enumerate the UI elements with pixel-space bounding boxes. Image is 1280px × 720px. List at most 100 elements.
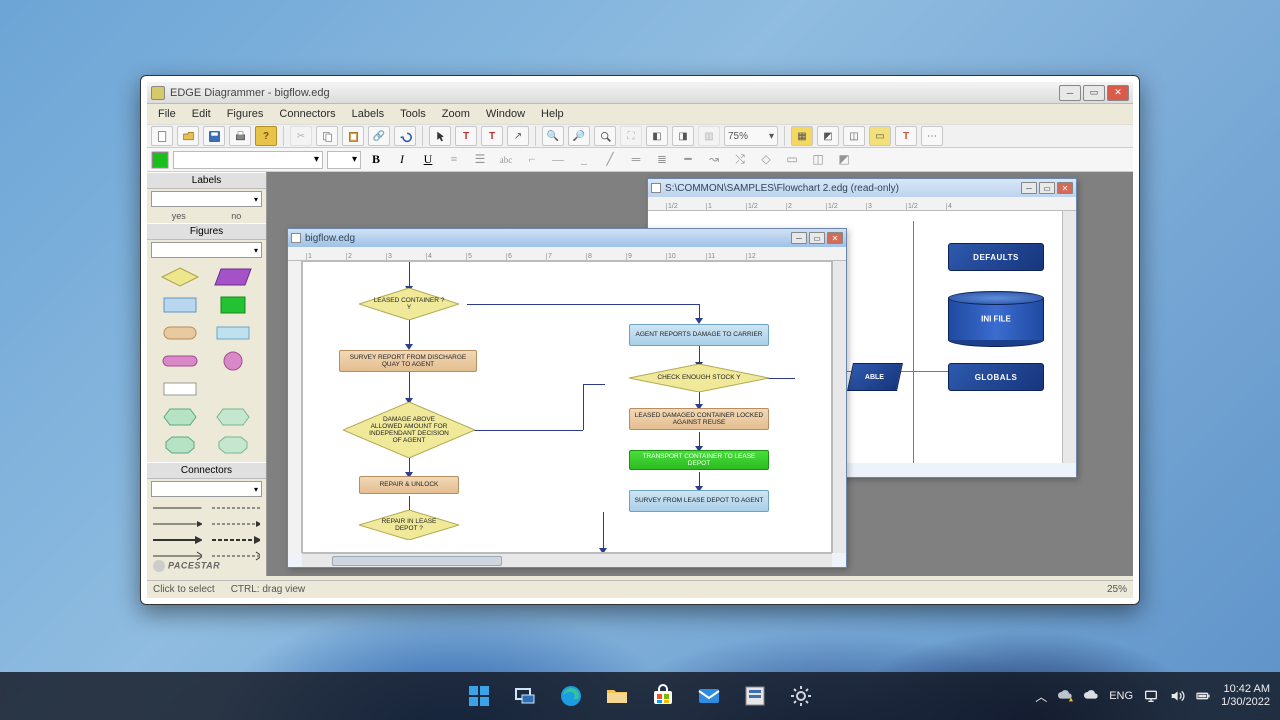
edge-icon[interactable] — [556, 681, 586, 711]
note-button[interactable]: ▭ — [869, 126, 891, 146]
connectors-combo[interactable]: ▾ — [151, 481, 262, 497]
cut-button[interactable]: ✂ — [290, 126, 312, 146]
doc-window-bigflow[interactable]: bigflow.edg ─ ▭ ✕ 123456789101112 — [287, 228, 847, 568]
doc1-canvas[interactable]: LEASED CONTAINER ? Y SURVEY REPORT FROM … — [302, 261, 832, 553]
paste-button[interactable] — [342, 126, 364, 146]
taskview-button[interactable] — [510, 681, 540, 711]
tray-language[interactable]: ENG — [1109, 690, 1133, 702]
grid-button[interactable]: ▦ — [791, 126, 813, 146]
menu-connectors[interactable]: Connectors — [272, 106, 342, 122]
doc2-close[interactable]: ✕ — [1057, 182, 1073, 194]
conn2[interactable]: ⤭ — [729, 150, 751, 170]
shape-hex2[interactable] — [213, 406, 253, 428]
pointer-tool[interactable] — [429, 126, 451, 146]
node-leased-container[interactable]: LEASED CONTAINER ? Y — [359, 288, 459, 320]
font-combo[interactable]: ▾ — [173, 151, 323, 169]
shape-rect-blue[interactable] — [160, 294, 200, 316]
doc2-maximize[interactable]: ▭ — [1039, 182, 1055, 194]
explorer-icon[interactable] — [602, 681, 632, 711]
doc1-hscroll[interactable] — [302, 553, 832, 567]
store-icon[interactable] — [648, 681, 678, 711]
open-button[interactable] — [177, 126, 199, 146]
battery-icon[interactable] — [1195, 688, 1211, 704]
shape-oct2[interactable] — [213, 434, 253, 456]
layers-button[interactable]: ◩ — [817, 126, 839, 146]
close-button[interactable]: ✕ — [1107, 85, 1129, 101]
maximize-button[interactable]: ▭ — [1083, 85, 1105, 101]
figures-combo[interactable]: ▾ — [151, 242, 262, 258]
node-damage-above[interactable]: DAMAGE ABOVE ALLOWED AMOUNT FOR INDEPEND… — [343, 402, 475, 458]
page-next-button[interactable]: ◨ — [672, 126, 694, 146]
node-inifile[interactable]: INI FILE — [948, 291, 1044, 347]
node-survey-depot[interactable]: SURVEY FROM LEASE DEPOT TO AGENT — [629, 490, 769, 512]
bold-button[interactable]: B — [365, 150, 387, 170]
fillcolor-button[interactable] — [151, 151, 169, 169]
system-tray[interactable]: ︿ ENG 10:42 AM 1/30/2022 — [1035, 683, 1270, 708]
node-able[interactable]: ABLE — [847, 363, 903, 391]
find-button[interactable]: 🔗 — [368, 126, 390, 146]
doc1-close[interactable]: ✕ — [827, 232, 843, 244]
print-button[interactable] — [229, 126, 251, 146]
doc1-maximize[interactable]: ▭ — [809, 232, 825, 244]
text-tool2[interactable]: T — [481, 126, 503, 146]
taskbar[interactable]: ︿ ENG 10:42 AM 1/30/2022 — [0, 672, 1280, 720]
node-repair-in-depot[interactable]: REPAIR IN LEASE DEPOT ? — [359, 510, 459, 540]
node-defaults[interactable]: DEFAULTS — [948, 243, 1044, 271]
shape-circle-pink[interactable] — [213, 350, 253, 372]
doc2-vscroll[interactable] — [1062, 211, 1076, 463]
shape-hex1[interactable] — [160, 406, 200, 428]
underline-button[interactable]: U — [417, 150, 439, 170]
linestyle3[interactable]: ≣ — [651, 150, 673, 170]
page-button[interactable]: ▥ — [698, 126, 720, 146]
conn-dash-noarrow[interactable] — [212, 503, 261, 513]
conn3[interactable]: ◇ — [755, 150, 777, 170]
node-repair-unlock[interactable]: REPAIR & UNLOCK — [359, 476, 459, 494]
node-globals[interactable]: GLOBALS — [948, 363, 1044, 391]
app-taskbar-icon[interactable] — [740, 681, 770, 711]
zoom-in-button[interactable]: 🔍 — [542, 126, 564, 146]
zoom-area-button[interactable] — [594, 126, 616, 146]
copy-button[interactable] — [316, 126, 338, 146]
more-button[interactable]: ⋯ — [921, 126, 943, 146]
linestyle4[interactable]: ━ — [677, 150, 699, 170]
undo-button[interactable] — [394, 126, 416, 146]
connector-tool[interactable]: ↗ — [507, 126, 529, 146]
menu-window[interactable]: Window — [479, 106, 532, 122]
align-right-button[interactable]: abc — [495, 150, 517, 170]
shape-parallelogram[interactable] — [213, 266, 253, 288]
conn-solid-bold[interactable] — [153, 535, 202, 545]
conn-solid-arrow[interactable] — [153, 519, 202, 529]
shape-oct1[interactable] — [160, 434, 200, 456]
start-button[interactable] — [464, 681, 494, 711]
shape-diamond[interactable] — [160, 266, 200, 288]
save-button[interactable] — [203, 126, 225, 146]
shape-rect-green[interactable] — [213, 294, 253, 316]
tray-chevron-icon[interactable]: ︿ — [1035, 688, 1047, 705]
menu-zoom[interactable]: Zoom — [435, 106, 477, 122]
shape-rect-plain[interactable] — [160, 378, 200, 400]
node-locked-reuse[interactable]: LEASED DAMAGED CONTAINER LOCKED AGAINST … — [629, 408, 769, 430]
conn-dash-bold[interactable] — [212, 535, 261, 545]
menu-labels[interactable]: Labels — [345, 106, 391, 122]
doc1-minimize[interactable]: ─ — [791, 232, 807, 244]
tray-clock[interactable]: 10:42 AM 1/30/2022 — [1221, 683, 1270, 708]
label-yes[interactable]: yes — [172, 211, 186, 221]
doc1-vscroll[interactable] — [832, 261, 846, 553]
help-button[interactable]: ? — [255, 126, 277, 146]
conn-dash-arrow[interactable] — [212, 519, 261, 529]
onedrive-warning-icon[interactable] — [1057, 688, 1073, 704]
node-transport[interactable]: TRANSPORT CONTAINER TO LEASE DEPOT — [629, 450, 769, 470]
mail-icon[interactable] — [694, 681, 724, 711]
shape-pill-pink[interactable] — [160, 350, 200, 372]
titlebar[interactable]: EDGE Diagrammer - bigflow.edg ─ ▭ ✕ — [147, 82, 1133, 104]
volume-icon[interactable] — [1169, 688, 1185, 704]
new-button[interactable] — [151, 126, 173, 146]
conn5[interactable]: ◫ — [807, 150, 829, 170]
minimize-button[interactable]: ─ — [1059, 85, 1081, 101]
linestyle2[interactable]: ═ — [625, 150, 647, 170]
text-tool[interactable]: T — [455, 126, 477, 146]
style-button[interactable]: ◫ — [843, 126, 865, 146]
linestyle1[interactable]: ╱ — [599, 150, 621, 170]
conn6[interactable]: ◩ — [833, 150, 855, 170]
zoom-out-button[interactable]: 🔎 — [568, 126, 590, 146]
